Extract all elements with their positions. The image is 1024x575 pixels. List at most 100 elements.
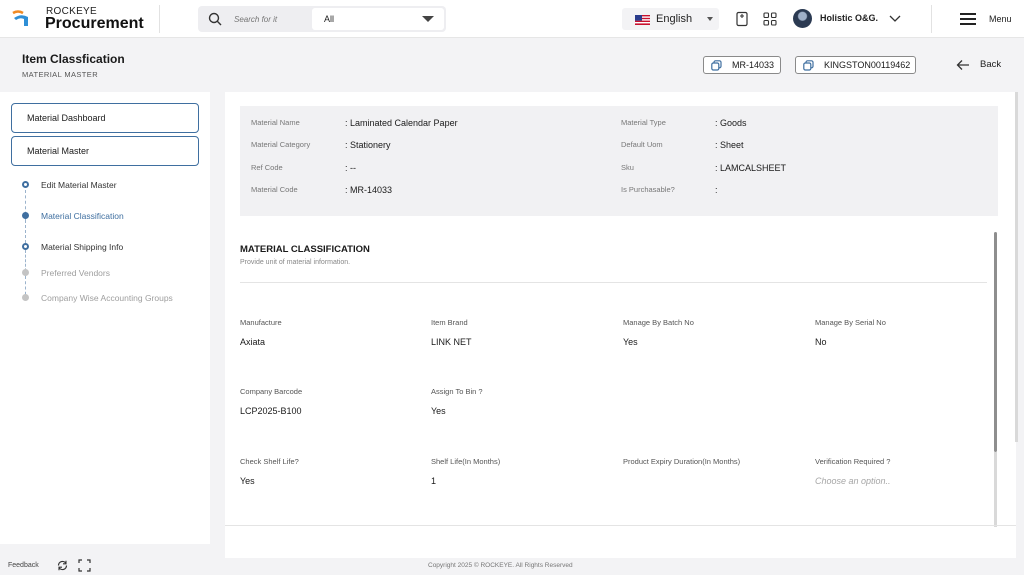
- field-value-assign-to-bin: Yes: [431, 406, 446, 416]
- sidebar-item-material-dashboard[interactable]: Material Dashboard: [11, 103, 199, 133]
- step-dot: [22, 269, 29, 276]
- field-value-company-barcode: LCP2025-B100: [240, 406, 302, 416]
- step-dot: [22, 243, 29, 250]
- info-label: Material Code: [251, 185, 298, 194]
- field-label-item-brand: Item Brand: [431, 318, 468, 327]
- step-dot: [22, 294, 29, 301]
- chevron-down-icon: [422, 16, 434, 22]
- chip-label: KINGSTON00119462: [824, 60, 911, 70]
- sidebar-item-label: Material Master: [27, 146, 90, 156]
- page-title: Item Classfication: [22, 52, 125, 66]
- sidebar-item-label: Material Dashboard: [27, 113, 106, 123]
- info-value: : Goods: [715, 118, 747, 128]
- step-label: Company Wise Accounting Groups: [41, 293, 173, 303]
- back-button[interactable]: Back: [956, 58, 1006, 72]
- back-label: Back: [980, 59, 1002, 70]
- sidebar: Material Dashboard Material Master Edit …: [0, 92, 210, 544]
- copy-icon[interactable]: [803, 60, 814, 71]
- info-value: : Stationery: [345, 140, 391, 150]
- field-label-manage-by-serial-no: Manage By Serial No: [815, 318, 886, 327]
- field-label-verification-required: Verification Required ?: [815, 457, 891, 466]
- field-value-shelf-life-months: 1: [431, 476, 437, 486]
- header-divider: [159, 5, 160, 33]
- bookmark-icon[interactable]: [734, 11, 750, 27]
- user-name[interactable]: Holistic O&G.: [820, 13, 878, 23]
- chip-label: MR-14033: [732, 60, 775, 70]
- scrollbar-track[interactable]: [994, 452, 997, 527]
- field-label-assign-to-bin: Assign To Bin ?: [431, 387, 483, 396]
- step-company-wise-accounting-groups[interactable]: Company Wise Accounting Groups: [22, 292, 202, 306]
- copyright-text: Copyright 2025 © ROCKEYE. All Rights Res…: [428, 562, 573, 569]
- feedback-link[interactable]: Feedback: [8, 562, 39, 569]
- field-label-check-shelf-life: Check Shelf Life?: [240, 457, 299, 466]
- user-avatar[interactable]: [793, 9, 812, 28]
- section-title: MATERIAL CLASSIFICATION: [240, 244, 370, 255]
- step-label: Material Shipping Info: [41, 242, 124, 252]
- material-ref-chip[interactable]: KINGSTON00119462: [795, 56, 916, 74]
- step-label: Edit Material Master: [41, 180, 117, 190]
- info-value: : LAMCALSHEET: [715, 163, 787, 173]
- verification-required-select[interactable]: Choose an option..: [815, 476, 965, 490]
- info-value: : MR-14033: [345, 185, 393, 195]
- field-label-product-expiry-duration: Product Expiry Duration(In Months): [623, 457, 741, 466]
- step-material-classification[interactable]: Material Classification: [22, 210, 202, 224]
- refresh-icon[interactable]: [56, 559, 69, 572]
- field-label-shelf-life-months: Shelf Life(In Months): [431, 457, 501, 466]
- info-label: Material Type: [621, 118, 666, 127]
- page-scrollbar[interactable]: [1015, 92, 1018, 442]
- info-value: : Sheet: [715, 140, 744, 150]
- step-material-shipping-info[interactable]: Material Shipping Info: [22, 241, 202, 255]
- step-dot: [22, 212, 29, 219]
- search-scope-value: All: [324, 14, 335, 24]
- info-value: : --: [345, 163, 356, 173]
- language-select[interactable]: English: [622, 8, 719, 30]
- search-icon[interactable]: [208, 12, 222, 26]
- field-value-manage-by-serial-no: No: [815, 337, 827, 347]
- search-scope-select[interactable]: All: [312, 8, 444, 30]
- language-label: English: [656, 13, 693, 25]
- divider: [225, 525, 1016, 526]
- chevron-down-icon[interactable]: [888, 12, 902, 24]
- chevron-down-icon: [707, 17, 713, 21]
- top-header: ROCKEYE Procurement All English: [0, 0, 1024, 38]
- rockeye-logo-icon: [12, 10, 28, 26]
- field-value-check-shelf-life: Yes: [240, 476, 255, 486]
- brand-name: Procurement: [45, 15, 144, 32]
- hamburger-menu-icon[interactable]: [960, 13, 976, 25]
- field-label-manage-by-batch-no: Manage By Batch No: [623, 318, 694, 327]
- arrow-left-icon: [956, 60, 969, 70]
- info-label: Default Uom: [621, 140, 663, 149]
- section-subtitle: Provide unit of material information.: [240, 259, 351, 266]
- step-label: Material Classification: [41, 211, 124, 221]
- apps-grid-icon[interactable]: [762, 11, 778, 27]
- step-dot: [22, 181, 29, 188]
- sidebar-item-material-master[interactable]: Material Master: [11, 136, 199, 166]
- info-label: Sku: [621, 163, 634, 172]
- field-value-item-brand: LINK NET: [431, 337, 472, 347]
- copy-icon[interactable]: [711, 60, 722, 71]
- field-value-manufacture: Axiata: [240, 337, 266, 347]
- us-flag-icon: [635, 15, 650, 25]
- info-value: : Laminated Calendar Paper: [345, 118, 458, 128]
- info-label: Ref Code: [251, 163, 283, 172]
- info-label: Material Name: [251, 118, 300, 127]
- content-scrollbar[interactable]: [994, 232, 997, 452]
- field-value-manage-by-batch-no: Yes: [623, 337, 638, 347]
- page-subtitle: MATERIAL MASTER: [22, 70, 99, 79]
- field-label-company-barcode: Company Barcode: [240, 387, 303, 396]
- search-bar: All: [198, 6, 446, 32]
- info-label: Material Category: [251, 140, 311, 149]
- material-code-chip[interactable]: MR-14033: [703, 56, 781, 74]
- step-label: Preferred Vendors: [41, 268, 110, 278]
- step-preferred-vendors[interactable]: Preferred Vendors: [22, 267, 202, 281]
- fullscreen-icon[interactable]: [78, 559, 91, 572]
- material-summary: Material Name : Laminated Calendar Paper…: [240, 106, 998, 216]
- menu-label[interactable]: Menu: [989, 14, 1012, 24]
- header-divider: [931, 5, 932, 33]
- footer: Feedback Copyright 2025 © ROCKEYE. All R…: [0, 557, 1024, 575]
- field-label-manufacture: Manufacture: [240, 318, 282, 327]
- main-panel: Material Name : Laminated Calendar Paper…: [225, 92, 1016, 558]
- step-edit-material-master[interactable]: Edit Material Master: [22, 179, 202, 193]
- info-value: :: [715, 185, 718, 195]
- search-input[interactable]: [234, 11, 304, 27]
